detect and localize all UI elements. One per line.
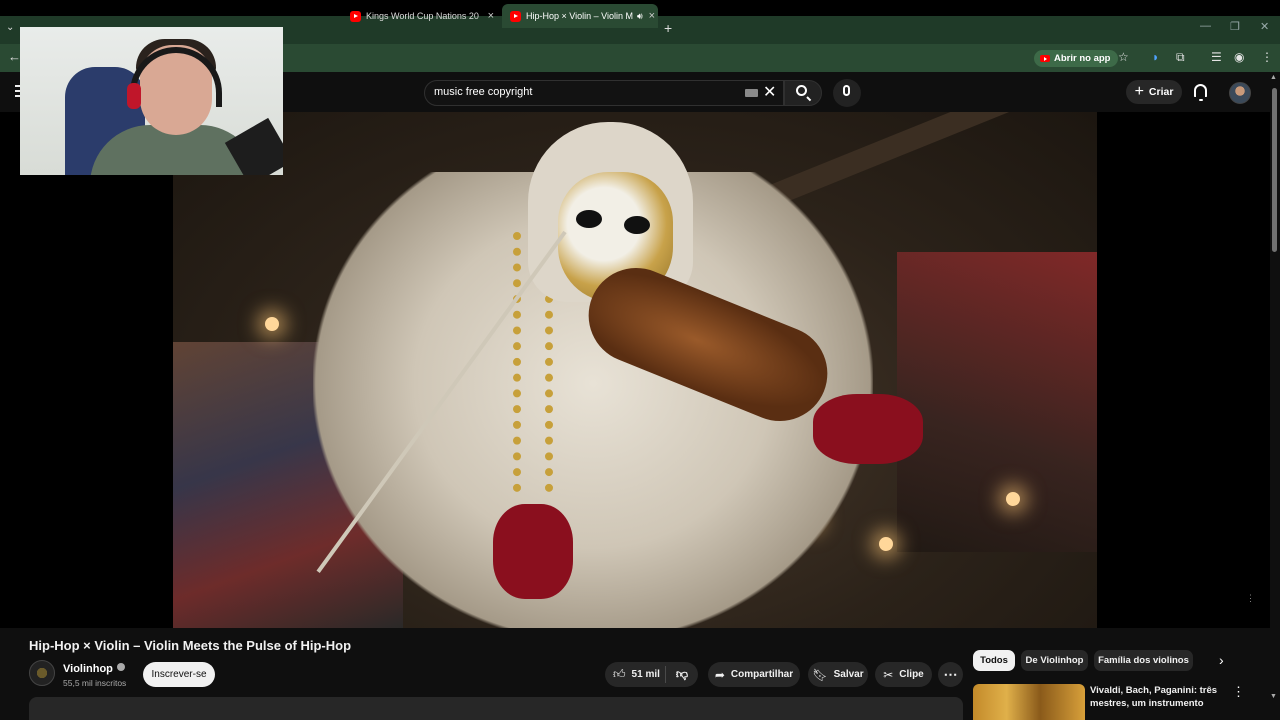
profile-icon[interactable]: ◉ — [1234, 50, 1244, 64]
like-dislike-group: 👍︎ 51 mil 👎︎ — [605, 662, 698, 687]
new-tab-icon[interactable]: + — [664, 20, 672, 36]
open-in-app-button[interactable]: Abrir no app — [1034, 50, 1119, 67]
channel-avatar[interactable] — [29, 660, 55, 686]
youtube-favicon-icon — [350, 10, 361, 22]
dislike-button[interactable]: 👎︎ — [666, 667, 698, 682]
description-box[interactable] — [29, 697, 963, 720]
recommendation-title[interactable]: Vivaldi, Bach, Paganini: três mestres, u… — [1090, 684, 1220, 711]
tab-close-icon[interactable]: × — [643, 10, 655, 22]
search-icon — [796, 85, 807, 96]
webcam-overlay — [20, 27, 283, 175]
bookmark-icon: 🔖︎ — [812, 667, 828, 682]
bookmark-star-icon[interactable]: ☆ — [1118, 50, 1129, 64]
youtube-favicon-icon — [510, 10, 521, 22]
subscriber-count: 55,5 mil inscritos — [63, 678, 127, 688]
like-count: 51 mil — [631, 669, 660, 680]
verified-badge-icon — [116, 663, 125, 671]
scroll-up-icon[interactable]: ▲ — [1270, 74, 1277, 81]
search-query-text: music free copyright — [434, 86, 533, 98]
tab-label: Kings World Cup Nations 20 — [366, 11, 479, 21]
tab-kings-world-cup[interactable]: Kings World Cup Nations 20 × — [342, 4, 502, 28]
chip-violin-family[interactable]: Família dos violinos — [1094, 650, 1193, 671]
save-label: Salvar — [833, 669, 864, 680]
recommendation-thumbnail[interactable] — [973, 684, 1085, 720]
save-button[interactable]: 🔖︎ Salvar — [808, 662, 868, 687]
clear-search-icon[interactable]: ✕ — [763, 82, 776, 102]
create-button[interactable]: + Criar — [1126, 80, 1182, 104]
clip-label: Clipe — [899, 669, 924, 680]
subscribe-button[interactable]: Inscrever-se — [143, 662, 215, 687]
tab-hip-hop-violin[interactable]: Hip-Hop × Violin – Violin M 🔊︎ × — [502, 4, 658, 28]
thumbs-up-icon: 👍︎ — [613, 667, 626, 681]
open-in-app-label: Abrir no app — [1054, 53, 1111, 64]
microphone-icon — [843, 85, 850, 96]
tab-list-chevron-icon[interactable]: ⌄ — [6, 22, 14, 33]
chevron-right-icon[interactable]: › — [1219, 652, 1224, 668]
scissors-icon: ✂ — [883, 667, 894, 682]
video-title: Hip-Hop × Violin – Violin Meets the Puls… — [29, 638, 352, 653]
share-label: Compartilhar — [730, 669, 794, 680]
tab-close-icon[interactable]: × — [482, 10, 494, 22]
keyboard-icon[interactable] — [745, 89, 758, 97]
notifications-bell-icon[interactable] — [1194, 84, 1207, 101]
browser-menu-icon[interactable]: ⋮ — [1261, 50, 1273, 64]
channel-name-text[interactable]: Violinhop — [63, 663, 113, 675]
video-frame[interactable] — [173, 112, 1097, 628]
clip-button[interactable]: ✂ Clipe — [875, 662, 932, 687]
channel-name[interactable]: Violinhop — [63, 663, 125, 675]
share-arrow-icon: ➦ — [714, 667, 725, 682]
more-dots-icon: ⋯ — [943, 666, 958, 682]
recommendation-menu-icon[interactable]: ⋮ — [1232, 684, 1245, 700]
share-button[interactable]: ➦ Compartilhar — [708, 662, 800, 687]
vertical-dots-icon: ⋮ — [1246, 593, 1255, 603]
chip-all[interactable]: Todos — [973, 650, 1015, 671]
create-label: Criar — [1148, 86, 1174, 98]
tab-label: Hip-Hop × Violin – Violin M — [526, 11, 633, 21]
read-aloud-icon[interactable]: ◗ — [1152, 50, 1159, 64]
reading-list-icon[interactable]: ☰ — [1211, 50, 1222, 64]
scroll-thumb[interactable] — [1272, 88, 1277, 252]
thumbs-down-icon: 👎︎ — [675, 667, 689, 681]
window-close-icon[interactable]: ✕ — [1260, 20, 1269, 33]
scroll-down-icon[interactable]: ▼ — [1270, 693, 1277, 700]
more-actions-button[interactable]: ⋯ — [938, 662, 963, 687]
like-button[interactable]: 👍︎ 51 mil — [605, 667, 665, 682]
extensions-icon[interactable]: ⧉ — [1176, 50, 1185, 65]
youtube-logo-icon — [1040, 55, 1050, 62]
restore-icon[interactable]: ❐ — [1230, 20, 1240, 33]
plus-icon: + — [1134, 83, 1144, 100]
chip-from-channel[interactable]: De Violinhop — [1021, 650, 1088, 671]
minimize-icon[interactable]: — — [1200, 20, 1211, 32]
account-avatar[interactable] — [1229, 82, 1251, 104]
